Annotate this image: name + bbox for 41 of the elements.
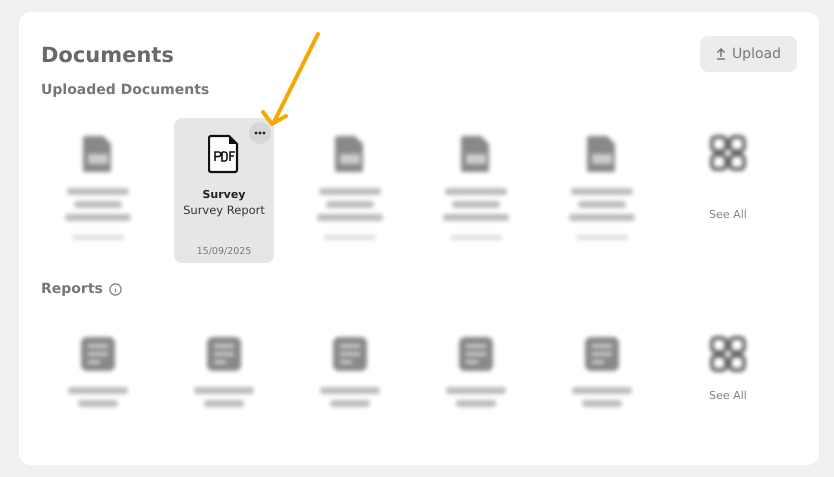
ellipsis-icon [254, 131, 266, 135]
blurred-date [324, 235, 376, 240]
blurred-caption [65, 188, 131, 221]
document-tile[interactable]: Survey Survey Report 15/09/2025 [174, 118, 274, 263]
report-icon [583, 335, 621, 373]
grid-icon[interactable] [709, 134, 747, 172]
blurred-caption [68, 387, 128, 407]
see-all-tile[interactable]: See All [678, 118, 778, 263]
blurred-caption [446, 387, 506, 407]
grid-icon[interactable] [709, 335, 747, 373]
blurred-date [450, 235, 502, 240]
pdf-file-icon [334, 134, 366, 174]
info-icon[interactable] [108, 282, 122, 296]
section-heading: Reports [41, 281, 103, 297]
blurred-caption [317, 188, 383, 221]
document-date: 15/09/2025 [196, 246, 252, 257]
see-all-link[interactable]: See All [709, 208, 747, 221]
document-name: Survey Report [183, 203, 265, 217]
pdf-file-icon [82, 134, 114, 174]
report-icon [79, 335, 117, 373]
report-icon [331, 335, 369, 373]
blurred-caption [569, 188, 635, 221]
see-all-tile[interactable]: See All [678, 317, 778, 427]
blurred-caption [320, 387, 380, 407]
blurred-caption [194, 387, 254, 407]
more-options-button[interactable] [249, 122, 271, 144]
blurred-date [72, 235, 124, 240]
pdf-file-icon [460, 134, 492, 174]
blurred-date [576, 235, 628, 240]
section-heading: Uploaded Documents [41, 82, 210, 98]
pdf-file-icon [586, 134, 618, 174]
report-icon [457, 335, 495, 373]
page-title: Documents [41, 43, 174, 67]
see-all-link[interactable]: See All [709, 389, 747, 402]
blurred-caption [572, 387, 632, 407]
blurred-caption [443, 188, 509, 221]
upload-icon [716, 48, 726, 60]
report-icon [205, 335, 243, 373]
pdf-file-icon [208, 134, 240, 174]
upload-button[interactable]: Upload [700, 36, 797, 72]
document-title: Survey [202, 188, 246, 201]
